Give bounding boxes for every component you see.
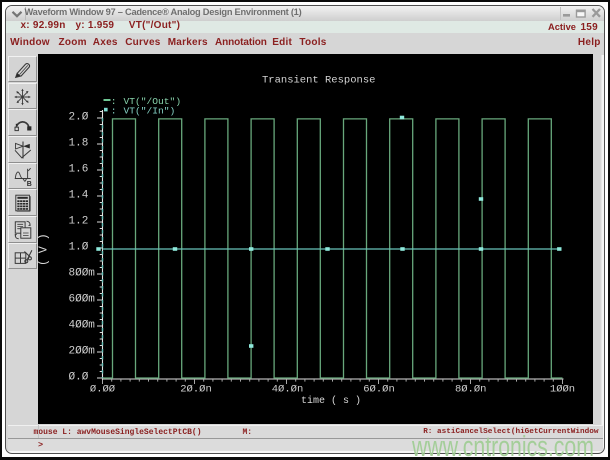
svg-text:8ØØm: 8ØØm bbox=[69, 267, 96, 279]
svg-text:1.4: 1.4 bbox=[69, 189, 89, 201]
svg-text:VT("/In"): VT("/In") bbox=[124, 106, 176, 117]
svg-text:B: B bbox=[27, 180, 32, 187]
svg-text:2.Ø: 2.Ø bbox=[69, 111, 89, 123]
svg-text:6Ø.Øn: 6Ø.Øn bbox=[363, 384, 395, 396]
svg-text:time ( s ): time ( s ) bbox=[301, 395, 361, 407]
svg-text:8Ø.Øn: 8Ø.Øn bbox=[455, 384, 487, 396]
svg-text:4Ø.Øn: 4Ø.Øn bbox=[272, 384, 304, 396]
svg-text:1.8: 1.8 bbox=[69, 137, 89, 149]
svg-text:2ØØm: 2ØØm bbox=[69, 345, 96, 357]
svg-text:Ø.Ø: Ø.Ø bbox=[69, 371, 89, 383]
svg-text::: : bbox=[111, 106, 117, 117]
svg-text:1.6: 1.6 bbox=[69, 163, 89, 175]
svg-text:( V ): ( V ) bbox=[38, 234, 51, 266]
svg-text:Transient Response: Transient Response bbox=[262, 75, 375, 87]
svg-text:6ØØm: 6ØØm bbox=[69, 293, 96, 305]
svg-text:2Ø.Øn: 2Ø.Øn bbox=[180, 384, 212, 396]
svg-text:1ØØn: 1ØØn bbox=[550, 384, 575, 396]
svg-text:Ø.ØØ: Ø.ØØ bbox=[90, 384, 115, 396]
svg-text:1.Ø: 1.Ø bbox=[69, 241, 89, 253]
svg-text:4ØØm: 4ØØm bbox=[69, 319, 96, 331]
svg-text:1.2: 1.2 bbox=[69, 215, 89, 227]
